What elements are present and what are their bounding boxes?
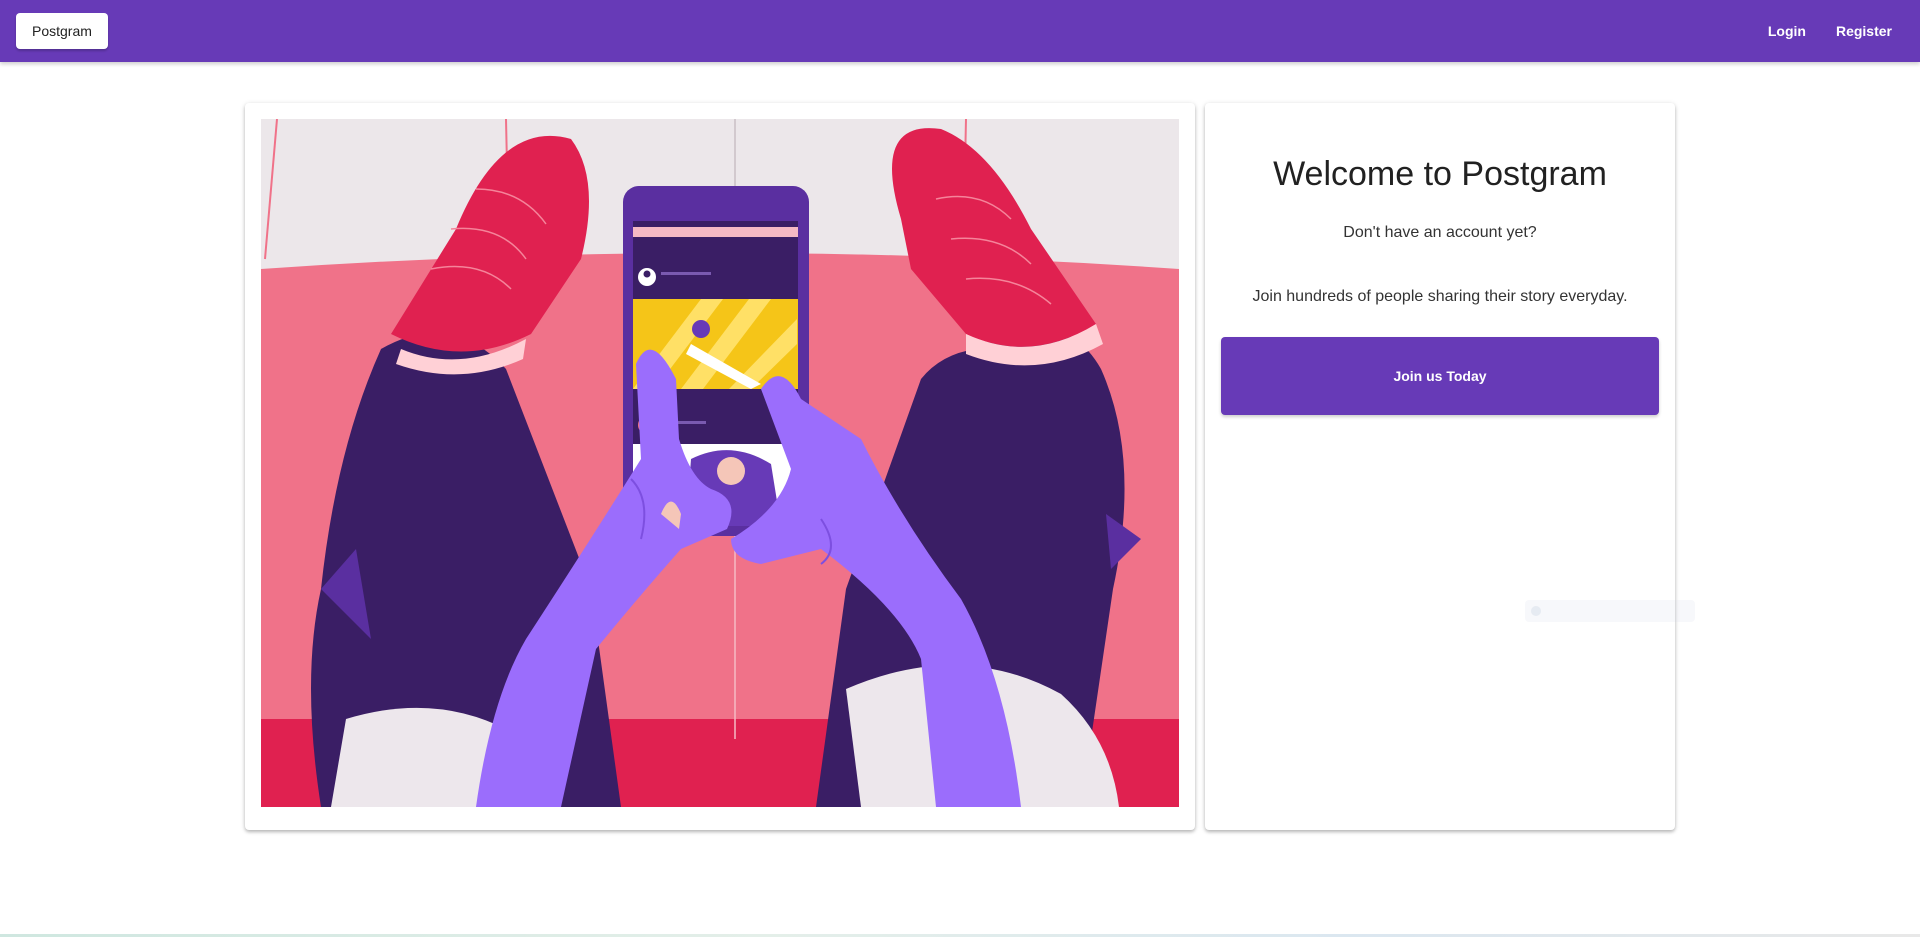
faded-badge: [1525, 600, 1695, 622]
illustration-card: [245, 103, 1195, 830]
join-button[interactable]: Join us Today: [1221, 337, 1659, 415]
login-button[interactable]: Login: [1756, 15, 1818, 47]
app-bar: Postgram Login Register: [0, 0, 1920, 62]
register-button[interactable]: Register: [1824, 15, 1904, 47]
badge-dot-icon: [1531, 606, 1541, 616]
welcome-subtitle: Don't have an account yet?: [1343, 224, 1537, 241]
welcome-description: Join hundreds of people sharing their st…: [1252, 288, 1628, 305]
hero-illustration: [261, 119, 1179, 807]
welcome-card: Welcome to Postgram Don't have an accoun…: [1205, 103, 1695, 830]
nav-links: Login Register: [1756, 15, 1904, 47]
brand-button[interactable]: Postgram: [16, 13, 108, 49]
welcome-title: Welcome to Postgram: [1273, 155, 1607, 193]
